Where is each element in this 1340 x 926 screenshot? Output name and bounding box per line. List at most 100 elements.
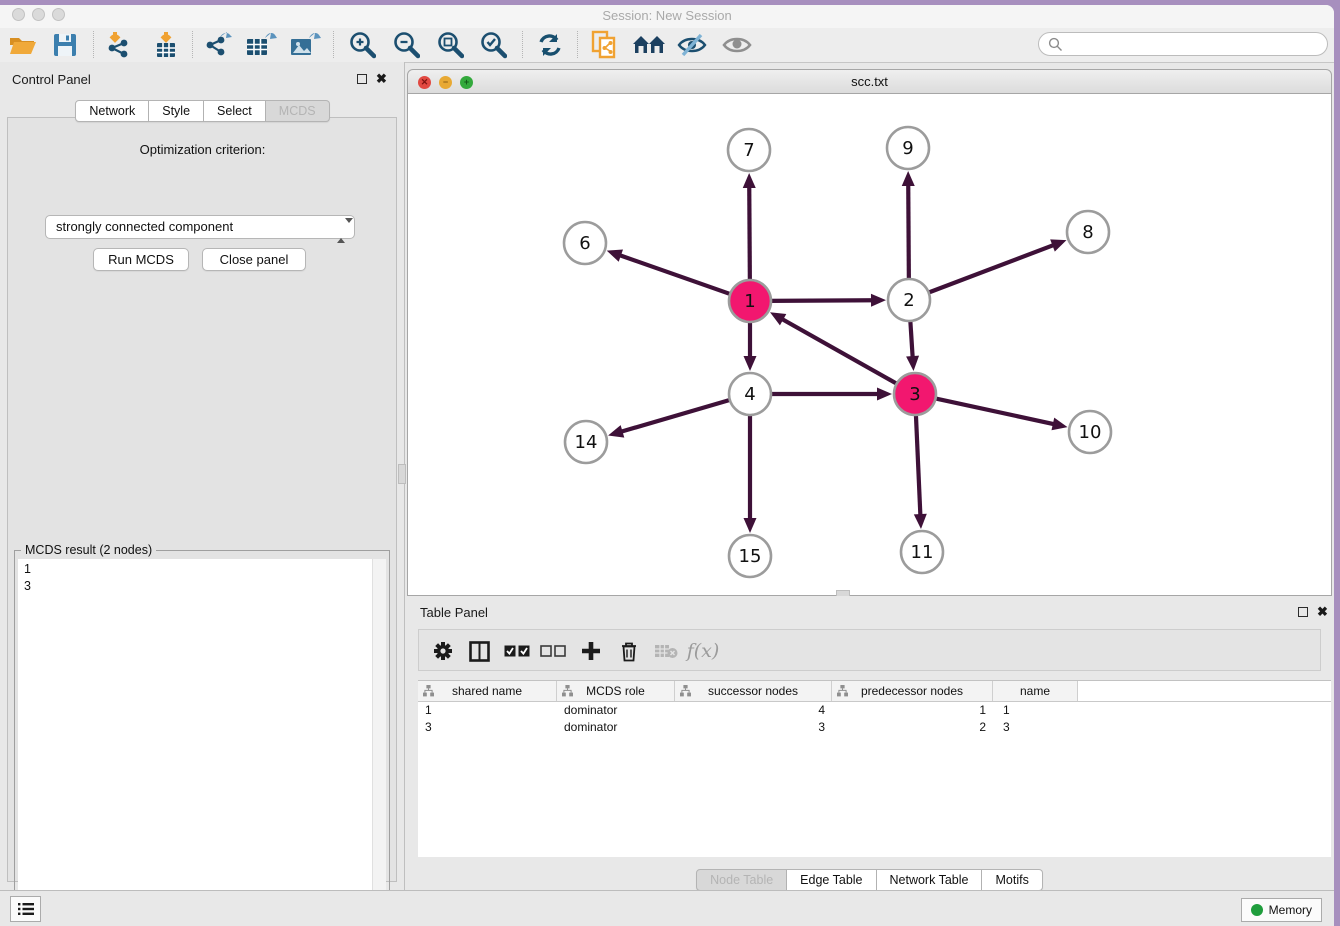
close-panel-icon[interactable]: ✖ — [376, 74, 387, 84]
column-header-name[interactable]: name — [993, 681, 1078, 701]
delete-rows-button[interactable] — [613, 636, 645, 666]
result-scrollbar[interactable] — [372, 559, 386, 926]
graph-edge-1-7[interactable] — [749, 185, 750, 282]
control-panel-title: Control Panel — [12, 72, 91, 87]
close-panel-button[interactable]: Close panel — [202, 248, 306, 271]
network-minimize-icon[interactable]: − — [439, 76, 452, 89]
show-all-button[interactable] — [719, 30, 755, 60]
graph-edge-3-10[interactable] — [934, 398, 1056, 425]
export-network-button[interactable] — [200, 30, 236, 60]
network-close-icon[interactable]: ✕ — [418, 76, 431, 89]
save-session-button[interactable] — [47, 30, 83, 60]
zoom-selected-button[interactable] — [475, 30, 511, 60]
minimize-window-icon[interactable] — [32, 8, 45, 21]
graph-node-15[interactable]: 15 — [729, 535, 771, 577]
export-image-button[interactable] — [287, 30, 323, 60]
new-network-from-selection-button[interactable] — [587, 30, 623, 60]
graph-node-10[interactable]: 10 — [1069, 411, 1111, 453]
main-toolbar — [0, 28, 1334, 63]
open-file-button[interactable] — [5, 30, 41, 60]
graph-node-7[interactable]: 7 — [728, 129, 770, 171]
zoom-out-button[interactable] — [388, 30, 424, 60]
graph-edge-3-11[interactable] — [916, 413, 921, 517]
tab-network[interactable]: Network — [75, 100, 149, 122]
table-row[interactable]: 1dominator411 — [418, 702, 1331, 719]
column-header-shared-name[interactable]: shared name — [418, 681, 557, 701]
column-header-successor-nodes[interactable]: successor nodes — [675, 681, 832, 701]
function-builder-button-disabled[interactable]: f(x) — [687, 636, 719, 666]
graph-node-1[interactable]: 1 — [729, 280, 771, 322]
graph-node-4[interactable]: 4 — [729, 373, 771, 415]
tab-network-table[interactable]: Network Table — [877, 869, 983, 891]
table-cell[interactable]: 3 — [993, 719, 1078, 736]
node-label: 11 — [911, 542, 934, 563]
hide-selected-button[interactable] — [674, 30, 710, 60]
tab-select[interactable]: Select — [204, 100, 266, 122]
task-history-button[interactable] — [10, 896, 41, 922]
graph-node-8[interactable]: 8 — [1067, 211, 1109, 253]
table-cell[interactable]: dominator — [557, 719, 675, 736]
refresh-view-button[interactable] — [532, 30, 568, 60]
dropdown-stepper-icon — [337, 220, 346, 242]
graph-edge-3-1[interactable] — [780, 318, 898, 384]
table-cell[interactable]: 2 — [832, 719, 993, 736]
table-cell[interactable]: 3 — [675, 719, 832, 736]
export-table-button[interactable] — [243, 30, 279, 60]
deselect-all-button[interactable] — [537, 636, 569, 666]
float-panel-icon[interactable] — [357, 74, 367, 84]
graph-edge-2-9[interactable] — [908, 183, 909, 281]
maximize-window-icon[interactable] — [52, 8, 65, 21]
zoom-fit-button[interactable] — [432, 30, 468, 60]
table-cell[interactable]: 1 — [993, 702, 1078, 719]
graph-node-3[interactable]: 3 — [894, 373, 936, 415]
first-neighbors-button[interactable] — [631, 30, 667, 60]
import-table-button[interactable] — [148, 30, 184, 60]
tab-mcds[interactable]: MCDS — [266, 100, 330, 122]
column-header-MCDS-role[interactable]: MCDS role — [557, 681, 675, 701]
delete-table-button-disabled[interactable] — [650, 636, 682, 666]
table-cell[interactable]: 1 — [418, 702, 557, 719]
graph-node-2[interactable]: 2 — [888, 279, 930, 321]
column-visibility-button[interactable] — [463, 636, 495, 666]
network-canvas[interactable]: 7 9 6 8 1 2 4 3 14 10 15 11 — [407, 94, 1332, 596]
table-cell[interactable]: 1 — [832, 702, 993, 719]
criterion-dropdown[interactable]: strongly connected component — [45, 215, 355, 239]
tab-edge-table[interactable]: Edge Table — [787, 869, 876, 891]
graph-node-9[interactable]: 9 — [887, 127, 929, 169]
zoom-out-icon — [392, 31, 420, 59]
memory-button[interactable]: Memory — [1241, 898, 1322, 922]
graph-node-6[interactable]: 6 — [564, 222, 606, 264]
graph-edge-4-14[interactable] — [620, 399, 732, 432]
table-cell[interactable]: 3 — [418, 719, 557, 736]
table-settings-button[interactable] — [427, 636, 459, 666]
close-window-icon[interactable] — [12, 8, 25, 21]
select-all-button[interactable] — [501, 636, 533, 666]
table-row[interactable]: 3dominator323 — [418, 719, 1331, 736]
graph-node-14[interactable]: 14 — [565, 421, 607, 463]
search-input[interactable] — [1068, 34, 1327, 54]
column-header-predecessor-nodes[interactable]: predecessor nodes — [832, 681, 993, 701]
close-panel-icon[interactable]: ✖ — [1317, 607, 1328, 617]
zoom-in-button[interactable] — [344, 30, 380, 60]
table-cell[interactable]: 4 — [675, 702, 832, 719]
network-window-titlebar[interactable]: ✕ − + scc.txt — [407, 69, 1332, 94]
import-network-button[interactable] — [100, 30, 136, 60]
refresh-icon — [536, 32, 564, 58]
float-panel-icon[interactable] — [1298, 607, 1308, 617]
graph-edge-2-8[interactable] — [927, 244, 1056, 293]
graph-edge-2-3[interactable] — [910, 319, 913, 359]
graph-edge-1-6[interactable] — [618, 255, 732, 295]
table-cell[interactable]: dominator — [557, 702, 675, 719]
graph-node-11[interactable]: 11 — [901, 531, 943, 573]
vertical-splitter-grip[interactable] — [398, 464, 406, 484]
add-row-button[interactable] — [575, 636, 607, 666]
desktop-edge-top — [0, 0, 1340, 5]
tab-node-table[interactable]: Node Table — [696, 869, 787, 891]
tab-style[interactable]: Style — [149, 100, 204, 122]
network-maximize-icon[interactable]: + — [460, 76, 473, 89]
tab-motifs[interactable]: Motifs — [982, 869, 1042, 891]
unchecked-boxes-icon — [540, 645, 566, 657]
mcds-result-textarea[interactable]: 1 3 — [18, 559, 386, 926]
run-mcds-button[interactable]: Run MCDS — [93, 248, 189, 271]
graph-edge-1-2[interactable] — [769, 300, 874, 301]
